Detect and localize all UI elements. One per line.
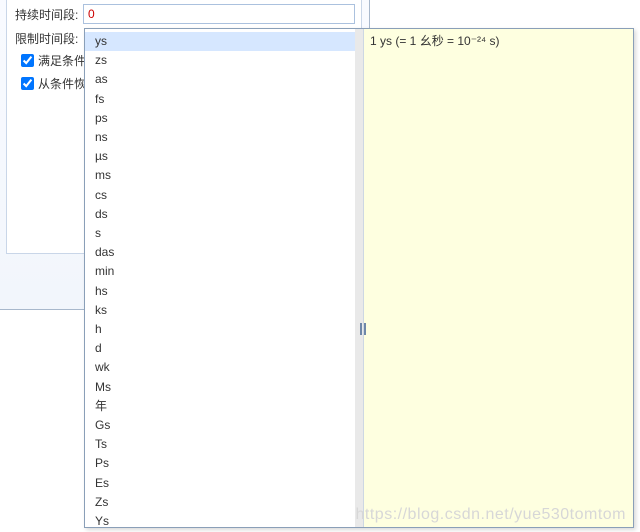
unit-option[interactable]: h (85, 320, 363, 339)
unit-option[interactable]: fs (85, 90, 363, 109)
unit-option[interactable]: Es (85, 474, 363, 493)
unit-option[interactable]: min (85, 262, 363, 281)
limit-label: 限制时间段: (15, 30, 83, 47)
unit-option[interactable]: Ms (85, 378, 363, 397)
unit-option[interactable]: µs (85, 147, 363, 166)
unit-option[interactable]: Ys (85, 512, 363, 527)
unit-list-pane: yszsasfspsnsµsmscsdssdasminhskshdwkMs年Gs… (85, 29, 363, 527)
unit-option[interactable]: ds (85, 205, 363, 224)
duration-row: 持续时间段: (7, 0, 361, 26)
scrollbar[interactable] (355, 29, 363, 527)
duration-label: 持续时间段: (15, 6, 83, 23)
unit-option[interactable]: 年 (85, 397, 363, 416)
unit-option[interactable]: as (85, 70, 363, 89)
unit-option[interactable]: ms (85, 166, 363, 185)
unit-dropdown: yszsasfspsnsµsmscsdssdasminhskshdwkMs年Gs… (84, 28, 634, 528)
unit-option[interactable]: das (85, 243, 363, 262)
unit-option[interactable]: s (85, 224, 363, 243)
unit-option[interactable]: ns (85, 128, 363, 147)
unit-option[interactable]: Zs (85, 493, 363, 512)
unit-option[interactable]: Gs (85, 416, 363, 435)
unit-description-pane: 1 ys (= 1 幺秒 = 10⁻²⁴ s) (363, 29, 633, 527)
unit-option[interactable]: cs (85, 186, 363, 205)
watermark: https://blog.csdn.net/yue530tomtom (356, 506, 626, 524)
unit-option[interactable]: ps (85, 109, 363, 128)
unit-option[interactable]: Ps (85, 454, 363, 473)
cb-recover[interactable] (21, 77, 34, 90)
unit-option[interactable]: Ts (85, 435, 363, 454)
duration-input[interactable] (83, 4, 355, 24)
cb-satisfy[interactable] (21, 54, 34, 67)
unit-description: 1 ys (= 1 幺秒 = 10⁻²⁴ s) (370, 34, 500, 48)
unit-option[interactable]: wk (85, 358, 363, 377)
resize-grip-icon[interactable] (360, 323, 366, 335)
unit-option[interactable]: d (85, 339, 363, 358)
unit-option[interactable]: ys (85, 32, 363, 51)
unit-list[interactable]: yszsasfspsnsµsmscsdssdasminhskshdwkMs年Gs… (85, 29, 363, 527)
unit-option[interactable]: zs (85, 51, 363, 70)
unit-option[interactable]: hs (85, 282, 363, 301)
unit-option[interactable]: ks (85, 301, 363, 320)
